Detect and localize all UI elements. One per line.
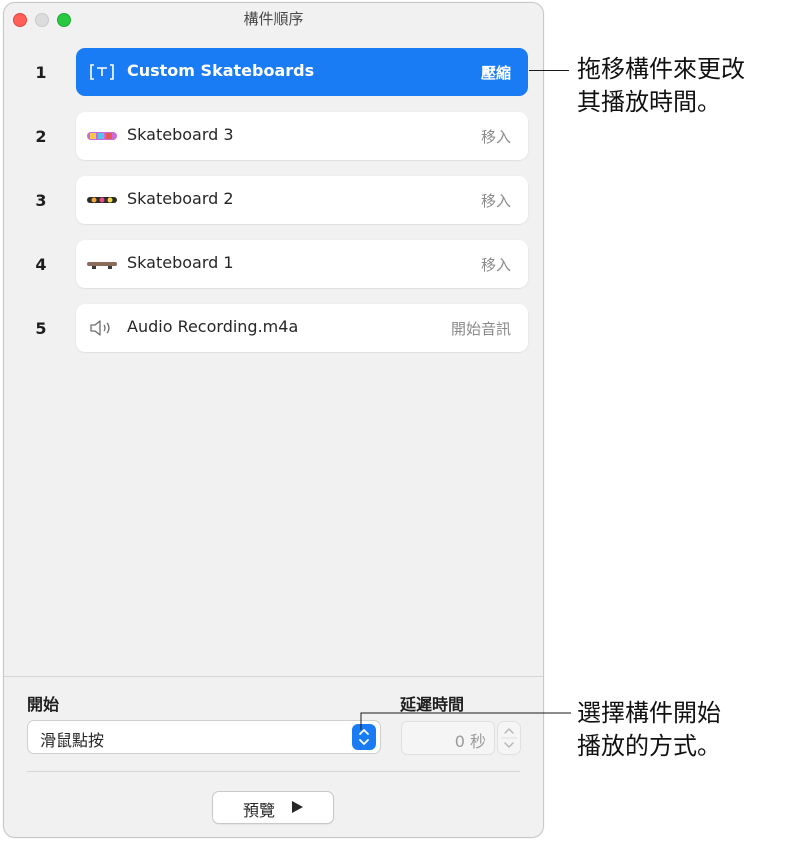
row-number: 5 [35, 319, 47, 338]
skateboard-2-thumbnail [87, 197, 117, 203]
row-number: 2 [35, 127, 47, 146]
row-label: Custom Skateboards [127, 61, 315, 80]
row-number: 4 [35, 255, 47, 274]
preview-button[interactable]: 預覽 [212, 791, 334, 824]
callout-leader-line [360, 712, 571, 730]
text-box-icon [90, 64, 114, 80]
preview-button-label: 預覽 [243, 801, 276, 820]
row-action-label: 移入 [480, 192, 511, 210]
build-row-skateboard-1[interactable]: Skateboard 1 移入 [76, 240, 528, 288]
section-divider [27, 771, 520, 772]
play-icon [292, 801, 303, 813]
row-action-label: 移入 [480, 128, 511, 146]
row-action-label: 壓縮 [480, 64, 511, 82]
row-number: 3 [35, 191, 47, 210]
row-label: Skateboard 3 [127, 125, 234, 144]
delay-value: 0 秒 [454, 732, 486, 751]
row-label: Skateboard 1 [127, 253, 234, 272]
callout-drag-builds: 拖移構件來更改 其播放時間。 [577, 55, 745, 116]
section-divider [4, 676, 543, 677]
build-row-skateboard-3[interactable]: Skateboard 3 移入 [76, 112, 528, 160]
start-label: 開始 [27, 695, 60, 714]
page: 構件順序 1 Custom Skateboards 壓縮 2 Skateboar… [0, 0, 785, 841]
build-row-audio-recording[interactable]: Audio Recording.m4a 開始音訊 [76, 304, 528, 352]
start-popup-menu[interactable]: 滑鼠點按 [27, 720, 381, 754]
row-label: Skateboard 2 [127, 189, 234, 208]
callout-leader-line [529, 70, 569, 71]
window-title: 構件順序 [243, 10, 304, 28]
callout-start-method: 選擇構件開始 播放的方式。 [577, 699, 721, 760]
build-row-custom-skateboards[interactable]: Custom Skateboards 壓縮 [76, 48, 528, 96]
row-number: 1 [35, 63, 47, 82]
skateboard-3-thumbnail [87, 132, 117, 140]
row-action-label: 開始音訊 [450, 320, 511, 338]
row-label: Audio Recording.m4a [127, 317, 299, 336]
row-action-label: 移入 [480, 256, 511, 274]
title-bar: 構件順序 [4, 3, 543, 34]
skateboard-1-thumbnail [87, 262, 117, 269]
start-popup-value: 滑鼠點按 [40, 731, 105, 750]
speaker-icon [90, 320, 110, 336]
build-row-skateboard-2[interactable]: Skateboard 2 移入 [76, 176, 528, 224]
